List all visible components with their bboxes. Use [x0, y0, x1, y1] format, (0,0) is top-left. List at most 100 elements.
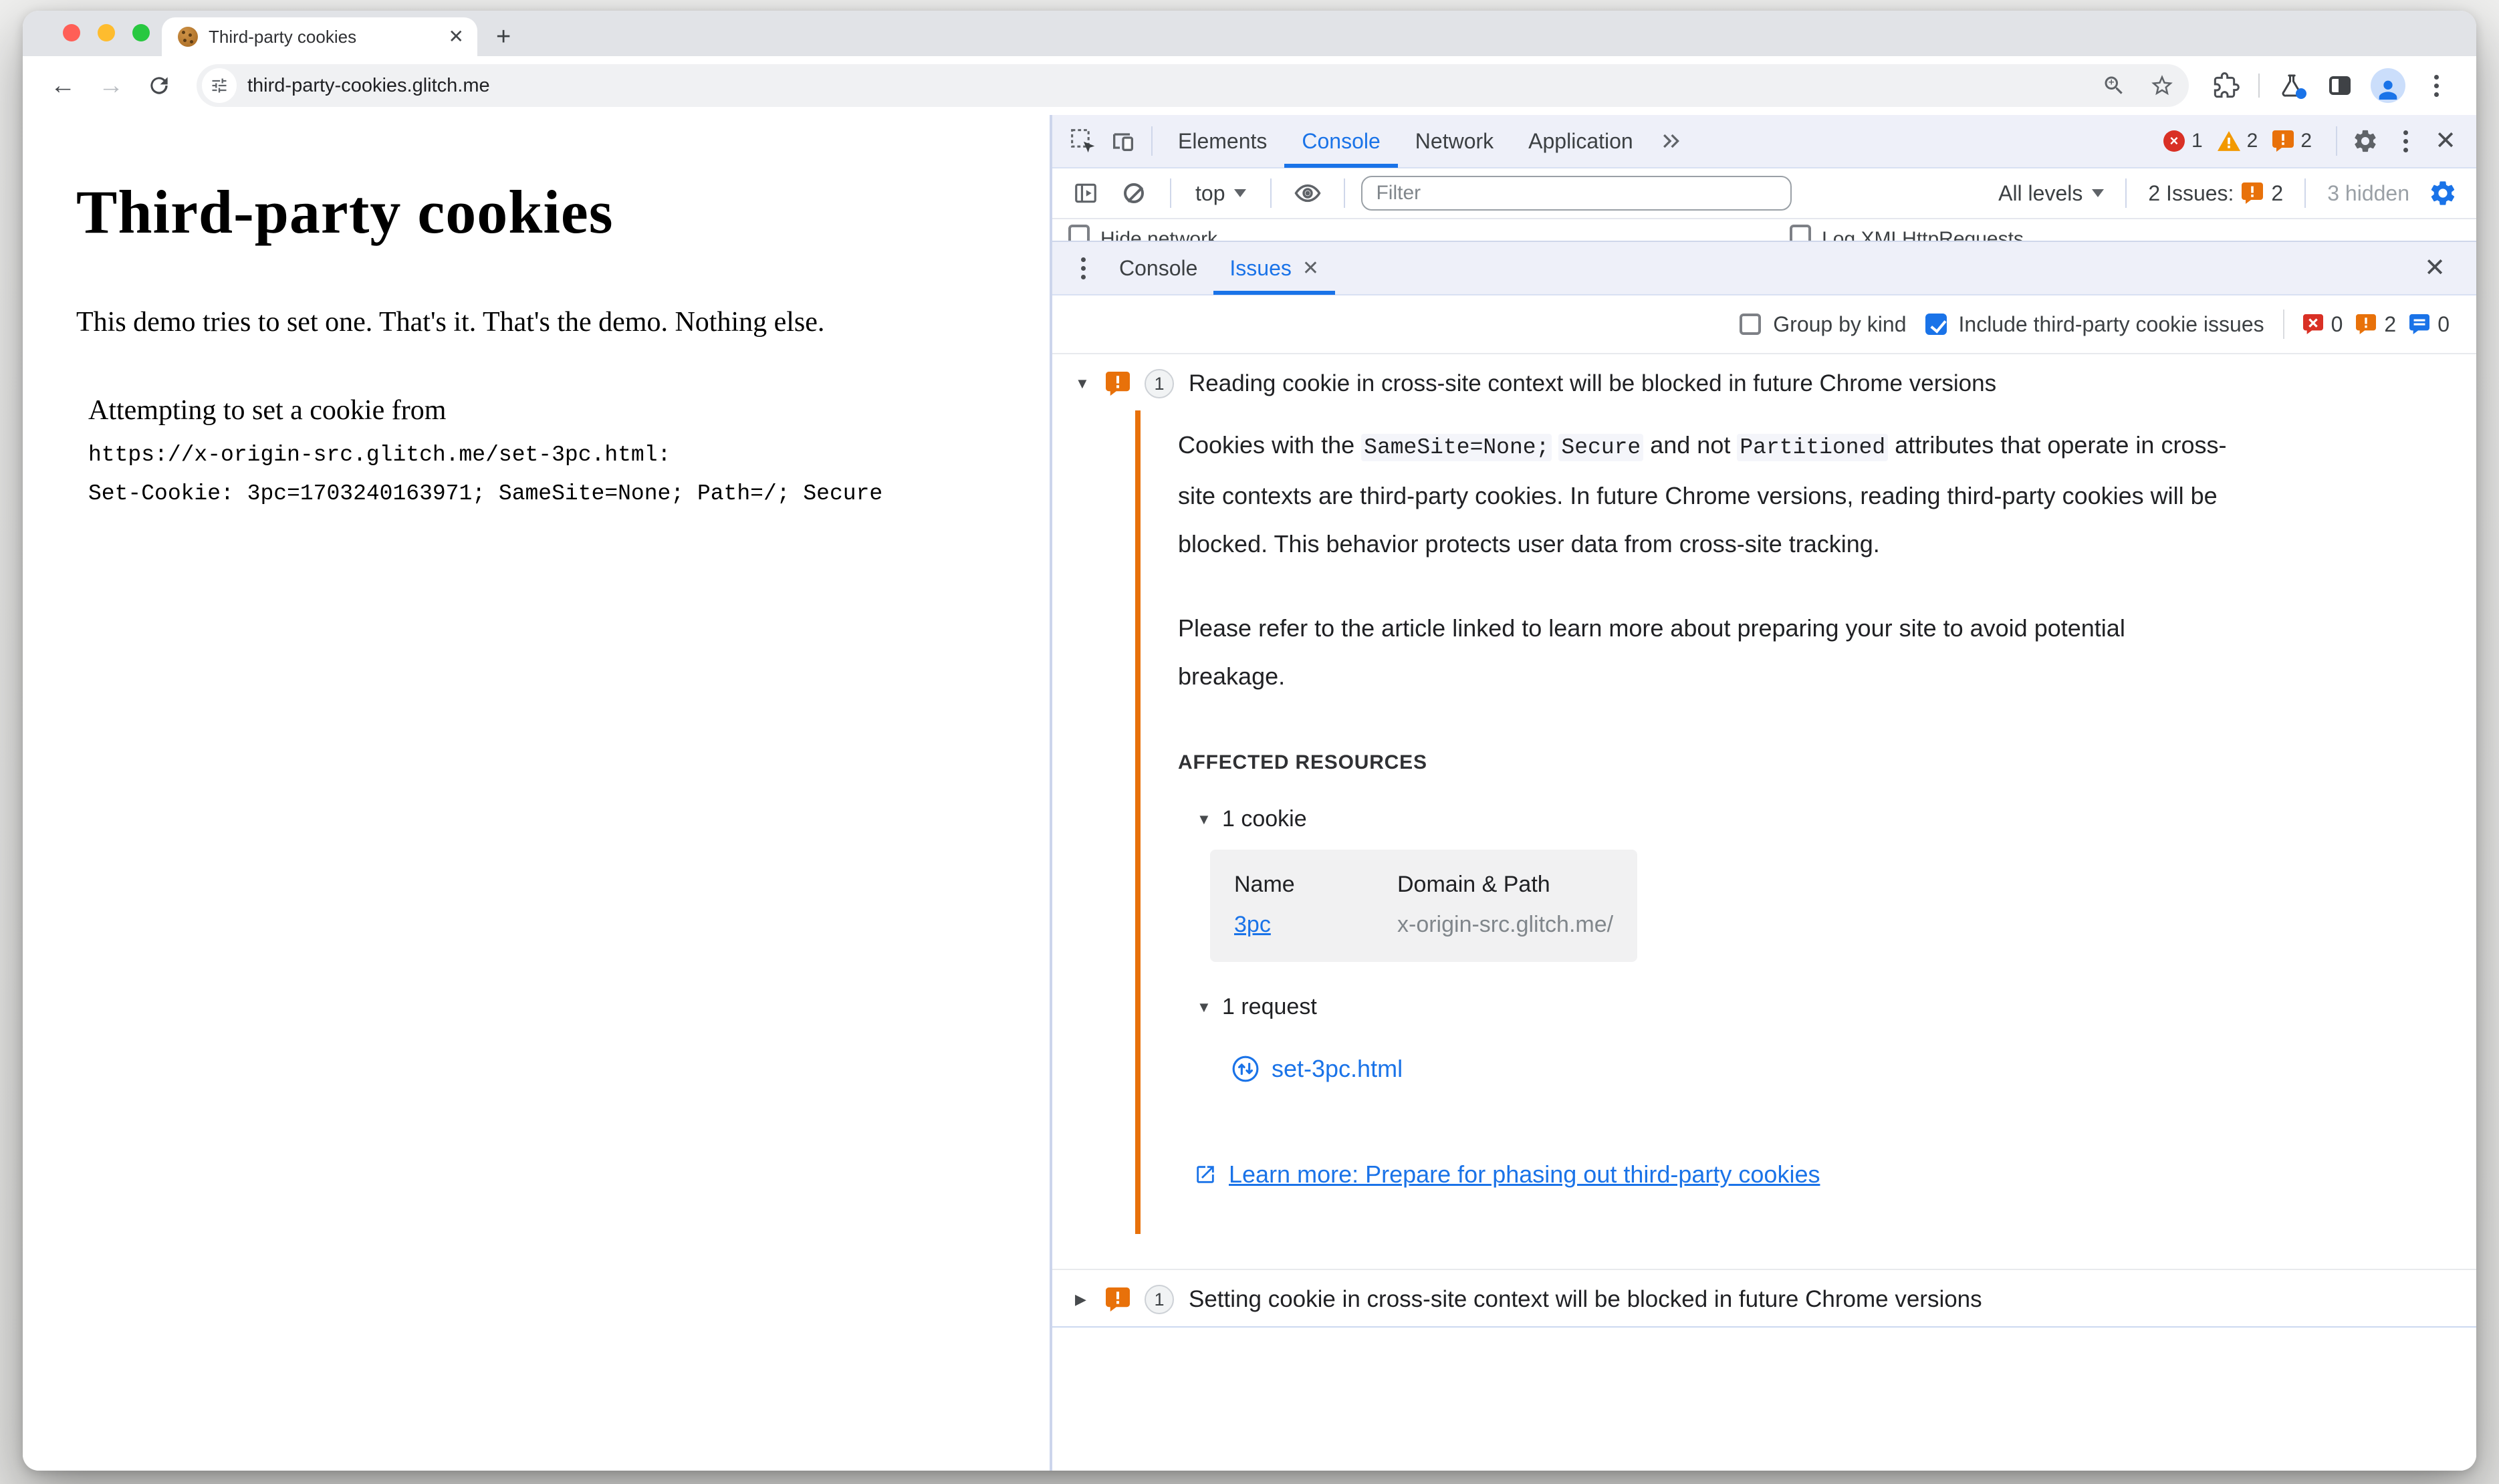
learn-more-link[interactable]: Learn more: Prepare for phasing out thir… — [1229, 1160, 1820, 1189]
drawer-issues-label: Issues — [1229, 255, 1292, 280]
error-badge-icon: × — [2163, 130, 2185, 152]
hide-network-checkbox[interactable]: Hide network — [1068, 223, 1217, 241]
group-by-kind-checkbox[interactable]: Group by kind — [1740, 312, 1907, 337]
tab-network[interactable]: Network — [1398, 114, 1511, 168]
browser-tab[interactable]: Third-party cookies ✕ — [162, 17, 477, 56]
issue-count-badge: 1 — [1145, 369, 1174, 398]
browser-toolbar: ← → third-party-cookies.glitch.me — [23, 56, 2476, 115]
url-text: third-party-cookies.glitch.me — [247, 74, 490, 96]
tab-console[interactable]: Console — [1284, 114, 1397, 168]
console-settings-button[interactable] — [2423, 173, 2463, 213]
console-sidebar-toggle-button[interactable] — [1066, 173, 1106, 213]
devtools-close-button[interactable]: ✕ — [2425, 121, 2466, 161]
more-tabs-button[interactable] — [1651, 121, 1691, 161]
request-section-toggle[interactable]: ▼ 1 request — [1197, 994, 2232, 1020]
device-toolbar-button[interactable] — [1103, 121, 1143, 161]
drawer-tab-console[interactable]: Console — [1103, 241, 1213, 295]
issues-bubble-icon — [2272, 130, 2294, 152]
console-toolbar: top All levels — [1052, 168, 2476, 219]
clear-console-button[interactable] — [1114, 173, 1154, 213]
bookmark-button[interactable] — [2143, 67, 2181, 104]
learn-more-row[interactable]: Learn more: Prepare for phasing out thir… — [1194, 1160, 2232, 1189]
code-secure: Secure — [1558, 434, 1644, 461]
issue-row-reading-cookie[interactable]: ▼ 1 Reading cookie in cross-site context… — [1052, 354, 2476, 410]
context-label: top — [1195, 180, 1225, 205]
new-tab-button[interactable]: + — [496, 24, 511, 49]
chevron-down-icon — [1234, 189, 1247, 197]
code-samesite: SameSite=None; — [1361, 434, 1552, 461]
devtools-settings-button[interactable] — [2345, 121, 2385, 161]
star-icon — [2151, 75, 2173, 96]
avatar — [2371, 68, 2405, 103]
eye-icon — [1294, 184, 1321, 203]
desktop-background: Third-party cookies ✕ + ← → third-party-… — [0, 0, 2499, 1484]
back-button[interactable]: ← — [41, 64, 84, 107]
minimize-window-button[interactable] — [98, 24, 115, 41]
devtools-status-badges[interactable]: × 1 2 2 — [2163, 130, 2320, 152]
side-panel-button[interactable] — [2318, 64, 2361, 107]
issue-row-setting-cookie[interactable]: ▶ 1 Setting cookie in cross-site context… — [1052, 1270, 2476, 1326]
caret-right-icon[interactable]: ▶ — [1075, 1291, 1091, 1308]
cookie-name-link[interactable]: 3pc — [1234, 912, 1271, 937]
extensions-puzzle-icon — [2214, 72, 2240, 98]
issues-severity-counts: 0 2 0 — [2302, 312, 2455, 337]
close-window-button[interactable] — [63, 24, 80, 41]
log-xhr-label: Log XMLHttpRequests — [1822, 228, 2024, 241]
issues-bottom-border — [1052, 1326, 2476, 1328]
kebab-menu-icon — [2433, 74, 2439, 97]
log-xhr-checkbox[interactable]: Log XMLHttpRequests — [1790, 223, 2024, 241]
issues-toolbar: Group by kind Include third-party cookie… — [1052, 295, 2476, 354]
browser-menu-button[interactable] — [2415, 64, 2458, 107]
include-third-party-label: Include third-party cookie issues — [1958, 312, 2264, 336]
experiments-button[interactable] — [2270, 64, 2313, 107]
tab-application[interactable]: Application — [1511, 114, 1651, 168]
request-item[interactable]: set-3pc.html — [1231, 1055, 2232, 1083]
fullscreen-window-button[interactable] — [132, 24, 150, 41]
extensions-button[interactable] — [2205, 64, 2248, 107]
site-settings-button[interactable] — [202, 68, 237, 103]
drawer-menu-button[interactable] — [1063, 248, 1103, 288]
external-link-icon — [1197, 1166, 1214, 1183]
inspect-element-button[interactable] — [1063, 121, 1103, 161]
warning-triangle-icon — [2217, 131, 2240, 151]
devtools-tabbar: Elements Console Network Application × 1… — [1052, 115, 2476, 168]
profile-button[interactable] — [2367, 64, 2409, 107]
hide-network-label: Hide network — [1100, 228, 1218, 241]
warning-count: 2 — [2246, 130, 2258, 152]
table-row: 3pc x-origin-src.glitch.me/ — [1234, 904, 1613, 945]
issues-list: ▼ 1 Reading cookie in cross-site context… — [1052, 354, 2476, 1471]
request-file-link[interactable]: set-3pc.html — [1272, 1055, 1403, 1083]
gear-icon — [2355, 130, 2376, 152]
log-levels-select[interactable]: All levels — [1998, 181, 2105, 206]
live-expression-button[interactable] — [1288, 173, 1328, 213]
inspect-cursor-icon — [1071, 129, 1095, 153]
issues-count: 2 — [2300, 130, 2312, 152]
caret-down-icon[interactable]: ▼ — [1075, 375, 1091, 392]
console-filter-input[interactable] — [1361, 176, 1792, 211]
reload-button[interactable] — [138, 64, 181, 107]
group-by-kind-label: Group by kind — [1773, 312, 1907, 336]
url-bar[interactable]: third-party-cookies.glitch.me — [197, 64, 2189, 107]
tabbar-divider — [1151, 126, 1153, 156]
include-third-party-checkbox[interactable]: Include third-party cookie issues — [1925, 312, 2264, 337]
issues-tab-close-icon[interactable]: ✕ — [1302, 257, 1319, 280]
issues-counter-button[interactable]: 2 Issues: 2 — [2148, 181, 2283, 206]
affected-cookies-table: Name Domain & Path 3pc x-origin-src.glit… — [1210, 850, 1638, 962]
cookie-favicon-icon — [178, 27, 198, 47]
drawer-close-button[interactable]: ✕ — [2415, 248, 2455, 288]
devtools-menu-button[interactable] — [2385, 121, 2425, 161]
devtools-drawer: Console Issues ✕ ✕ Group by kind Include… — [1052, 241, 2476, 1471]
javascript-context-select[interactable]: top — [1187, 181, 1254, 206]
column-name: Name — [1234, 872, 1295, 897]
message-severity-count: 0 — [2437, 312, 2450, 336]
warning-bubble-icon — [2356, 314, 2377, 334]
cookie-section-toggle[interactable]: ▼ 1 cookie — [1197, 806, 2232, 832]
zoom-button[interactable] — [2095, 67, 2133, 104]
close-icon: ✕ — [2424, 254, 2446, 282]
issues-bubble-icon — [2242, 182, 2264, 204]
drawer-tab-issues[interactable]: Issues ✕ — [1213, 241, 1335, 295]
forward-button[interactable]: → — [90, 64, 132, 107]
tab-close-icon[interactable]: ✕ — [449, 27, 464, 46]
tab-elements[interactable]: Elements — [1161, 114, 1284, 168]
cookie-domain-value: x-origin-src.glitch.me/ — [1397, 912, 1614, 937]
